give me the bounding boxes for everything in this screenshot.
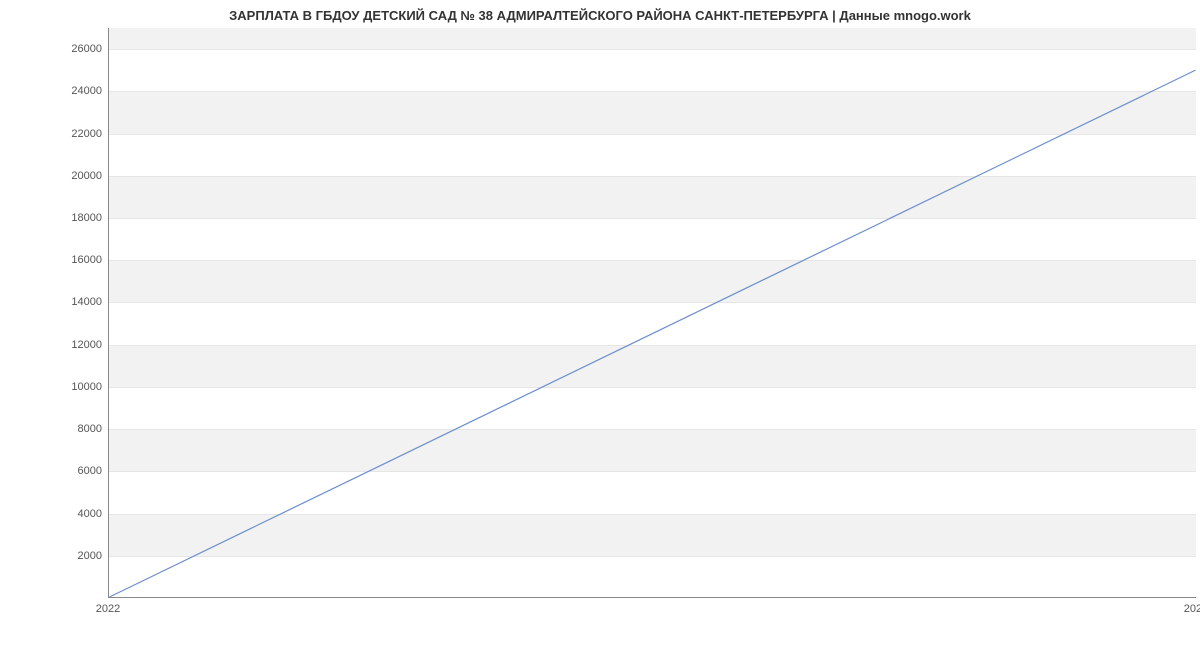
y-tick-label: 2000 (22, 550, 102, 562)
x-tick-label: 2022 (96, 603, 120, 615)
y-tick-label: 12000 (22, 339, 102, 351)
y-tick-label: 24000 (22, 85, 102, 97)
y-tick-label: 8000 (22, 423, 102, 435)
chart-container: ЗАРПЛАТА В ГБДОУ ДЕТСКИЙ САД № 38 АДМИРА… (0, 0, 1200, 650)
series-svg (109, 28, 1196, 597)
y-tick-label: 16000 (22, 254, 102, 266)
y-tick-label: 20000 (22, 170, 102, 182)
chart-title: ЗАРПЛАТА В ГБДОУ ДЕТСКИЙ САД № 38 АДМИРА… (0, 8, 1200, 23)
y-tick-label: 14000 (22, 296, 102, 308)
series-line (109, 70, 1195, 597)
plot-area (108, 28, 1196, 598)
x-tick-label: 2024 (1184, 603, 1200, 615)
y-tick-label: 22000 (22, 128, 102, 140)
y-tick-label: 18000 (22, 212, 102, 224)
y-tick-label: 4000 (22, 508, 102, 520)
y-tick-label: 6000 (22, 465, 102, 477)
y-tick-label: 26000 (22, 43, 102, 55)
y-tick-label: 10000 (22, 381, 102, 393)
